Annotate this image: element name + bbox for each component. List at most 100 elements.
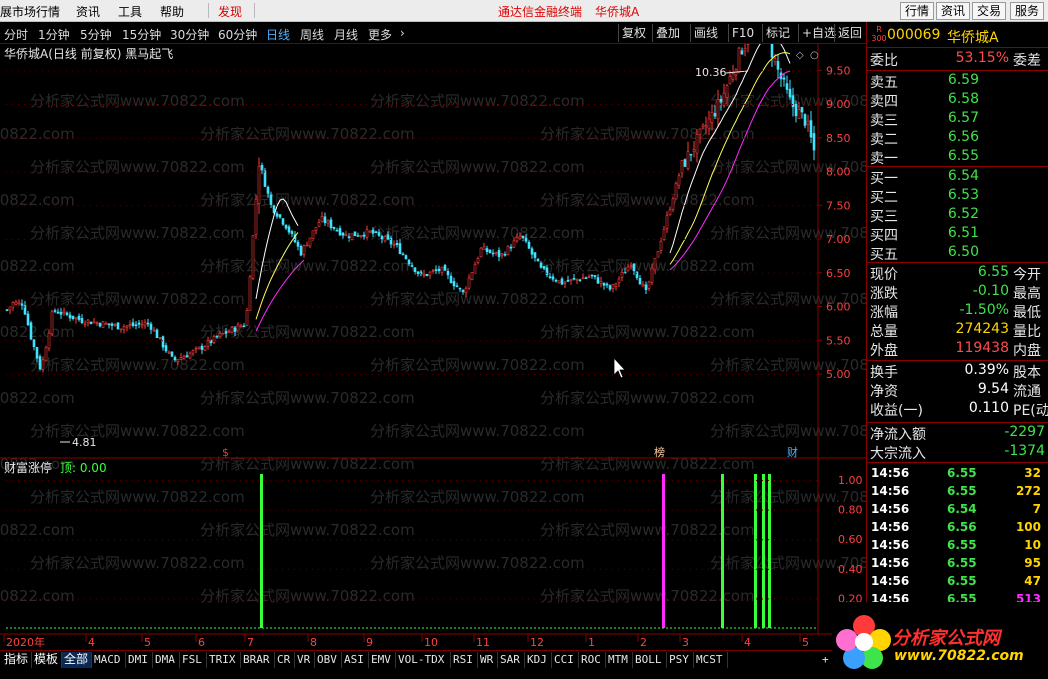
menu-discover[interactable]: 发现 xyxy=(218,3,242,20)
top-button-news[interactable]: 资讯 xyxy=(936,2,971,20)
grid-dot xyxy=(300,205,301,207)
tab-mtm[interactable]: MTM xyxy=(606,652,633,668)
grid-dot xyxy=(216,374,217,375)
grid-dot xyxy=(348,104,349,105)
grid-dot xyxy=(684,568,685,570)
grid-dot xyxy=(234,509,235,511)
tab-mcst[interactable]: MCST xyxy=(694,652,728,668)
tab-vol-tdx[interactable]: VOL-TDX xyxy=(396,652,451,668)
grid-dot xyxy=(258,374,259,375)
tab-macd[interactable]: MACD xyxy=(92,652,126,668)
grid-dot xyxy=(192,70,193,72)
tab-emv[interactable]: EMV xyxy=(369,652,396,668)
grid-dot xyxy=(42,374,43,375)
tab-trix[interactable]: TRIX xyxy=(207,652,241,668)
tab-dmi[interactable]: DMI xyxy=(126,652,153,668)
candle-body xyxy=(101,321,105,328)
grid-dot xyxy=(504,239,505,240)
grid-dot xyxy=(366,171,367,173)
grid-dot xyxy=(810,239,811,240)
tab-dma[interactable]: DMA xyxy=(153,652,180,668)
tab-rsi[interactable]: RSI xyxy=(451,652,478,668)
candle-body xyxy=(470,272,474,280)
period-more[interactable]: 更多 xyxy=(368,26,392,43)
chevron-right-icon[interactable]: › xyxy=(400,26,405,40)
grid-dot xyxy=(798,104,799,105)
grid-dot xyxy=(282,598,283,600)
tab-brar[interactable]: BRAR xyxy=(241,652,275,668)
grid-dot xyxy=(720,239,721,240)
current-stock-title: 华侨城A xyxy=(595,5,640,19)
tab-roc[interactable]: ROC xyxy=(579,652,606,668)
period-1min[interactable]: 1分钟 xyxy=(38,26,70,43)
grid-dot xyxy=(804,137,805,139)
grid-dot xyxy=(588,539,589,541)
period-tick[interactable]: 分时 xyxy=(4,26,28,43)
tab-asi[interactable]: ASI xyxy=(342,652,369,668)
menu-help[interactable]: 帮助 xyxy=(160,3,184,20)
tab-wr[interactable]: WR xyxy=(478,652,498,668)
tab-sar[interactable]: SAR xyxy=(498,652,525,668)
top-button-service[interactable]: 服务 xyxy=(1010,2,1045,20)
grid-dot xyxy=(366,509,367,511)
grid-dot xyxy=(108,272,109,274)
grid-dot xyxy=(216,539,217,541)
grid-dot xyxy=(174,539,175,541)
grid-dot xyxy=(708,205,709,207)
event-marker-rank[interactable]: 榜 xyxy=(654,445,665,459)
period-monthly[interactable]: 月线 xyxy=(334,26,358,43)
grid-dot xyxy=(486,205,487,207)
event-marker-finance[interactable]: 财 xyxy=(787,445,798,459)
grid-dot xyxy=(732,272,733,274)
menu-market[interactable]: 展市场行情 xyxy=(0,3,60,20)
period-5min[interactable]: 5分钟 xyxy=(80,26,112,43)
period-weekly[interactable]: 周线 xyxy=(300,26,324,43)
grid-dot xyxy=(144,239,145,240)
event-marker-dollar[interactable]: $ xyxy=(222,446,229,459)
tab--0[interactable]: 指标 xyxy=(2,652,32,668)
period-daily[interactable]: 日线 xyxy=(266,26,290,43)
mark-button[interactable]: 标记 xyxy=(762,24,793,42)
tab-cr[interactable]: CR xyxy=(275,652,295,668)
menu-tools[interactable]: 工具 xyxy=(118,3,142,20)
grid-dot xyxy=(276,104,277,105)
adjust-button[interactable]: 复权 xyxy=(618,24,649,42)
tab-boll[interactable]: BOLL xyxy=(633,652,667,668)
grid-dot xyxy=(390,171,391,173)
close-icon[interactable]: ○ xyxy=(810,50,819,61)
kline-chart[interactable]: 分析家公式网www.70822.com 分析家公式网www.70822.com 分析… xyxy=(0,44,866,650)
grid-dot xyxy=(6,598,7,600)
period-60min[interactable]: 60分钟 xyxy=(218,26,257,43)
grid-dot xyxy=(96,306,97,308)
period-15min[interactable]: 15分钟 xyxy=(122,26,161,43)
tab--2[interactable]: 全部 xyxy=(62,652,92,668)
grid-dot xyxy=(30,70,31,72)
tab-vr[interactable]: VR xyxy=(295,652,315,668)
tab-fsl[interactable]: FSL xyxy=(180,652,207,668)
back-button[interactable]: 返回 xyxy=(834,24,865,42)
period-30min[interactable]: 30分钟 xyxy=(170,26,209,43)
top-button-trade[interactable]: 交易 xyxy=(972,2,1007,20)
grid-dot xyxy=(492,137,493,139)
grid-dot xyxy=(744,306,745,308)
tab--1[interactable]: 模板 xyxy=(32,652,62,668)
app-title: 通达信金融终端 xyxy=(498,5,583,19)
top-button-quotes[interactable]: 行情 xyxy=(900,2,935,20)
draw-line-button[interactable]: 画线 xyxy=(690,24,721,42)
diamond-icon[interactable]: ◇ xyxy=(796,50,804,61)
grid-dot xyxy=(558,509,559,511)
grid-dot xyxy=(444,239,445,240)
f10-button[interactable]: F10 xyxy=(728,24,757,42)
grid-dot xyxy=(444,171,445,173)
overlay-button[interactable]: 叠加 xyxy=(652,24,683,42)
tab-cci[interactable]: CCI xyxy=(552,652,579,668)
tab-kdj[interactable]: KDJ xyxy=(525,652,552,668)
candle-body xyxy=(797,109,801,120)
grid-dot xyxy=(18,171,19,173)
grid-dot xyxy=(648,374,649,375)
menu-news[interactable]: 资讯 xyxy=(76,3,100,20)
tab-psy[interactable]: PSY xyxy=(667,652,694,668)
add-watchlist-button[interactable]: +自选 xyxy=(798,24,839,42)
tab-obv[interactable]: OBV xyxy=(315,652,342,668)
grid-dot xyxy=(324,272,325,274)
